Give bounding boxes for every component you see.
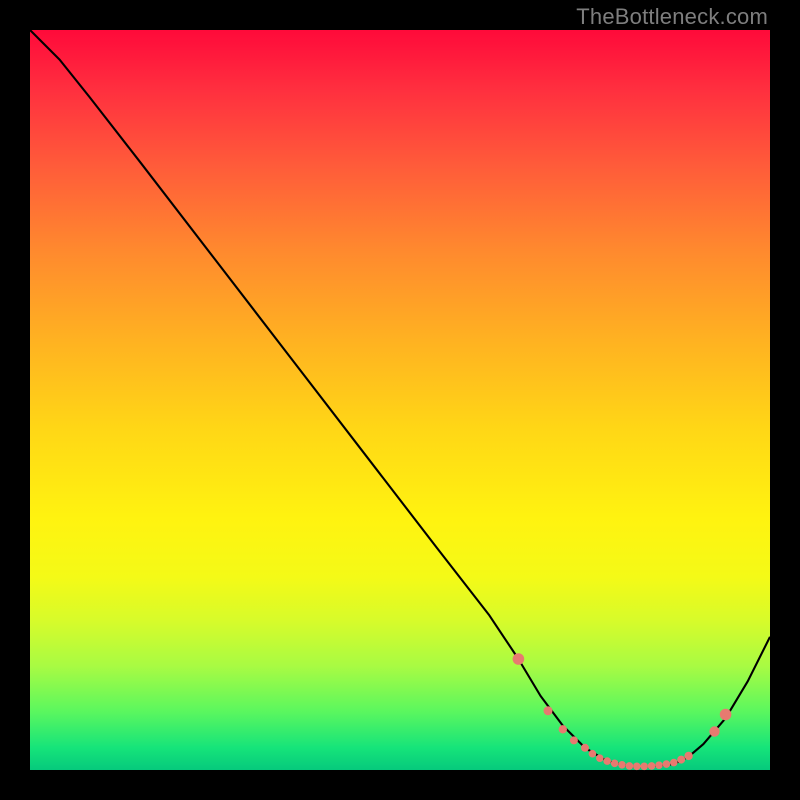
- marker-dot: [640, 763, 648, 771]
- marker-dot: [559, 725, 567, 733]
- marker-dot: [684, 752, 692, 760]
- marker-dot: [589, 750, 597, 758]
- watermark-text: TheBottleneck.com: [576, 4, 768, 30]
- marker-dot: [648, 762, 656, 770]
- marker-dot: [670, 759, 678, 767]
- chart-frame: TheBottleneck.com: [0, 0, 800, 800]
- marker-dot: [611, 760, 619, 768]
- marker-dot: [544, 706, 553, 715]
- marker-dot: [513, 653, 525, 665]
- marker-dot: [570, 736, 578, 744]
- marker-dot: [618, 761, 626, 769]
- marker-dot: [709, 726, 719, 736]
- marker-dot: [626, 762, 634, 770]
- marker-dot: [677, 756, 685, 764]
- marker-dot: [596, 754, 604, 762]
- marker-dot: [603, 757, 611, 765]
- marker-dot: [655, 761, 663, 769]
- marker-dot: [581, 744, 589, 752]
- plot-area: [30, 30, 770, 770]
- marker-dot: [720, 709, 732, 721]
- marker-dot: [633, 763, 641, 771]
- curve-svg: [30, 30, 770, 770]
- bottleneck-curve: [30, 30, 770, 766]
- marker-group: [513, 653, 732, 770]
- marker-dot: [663, 760, 671, 768]
